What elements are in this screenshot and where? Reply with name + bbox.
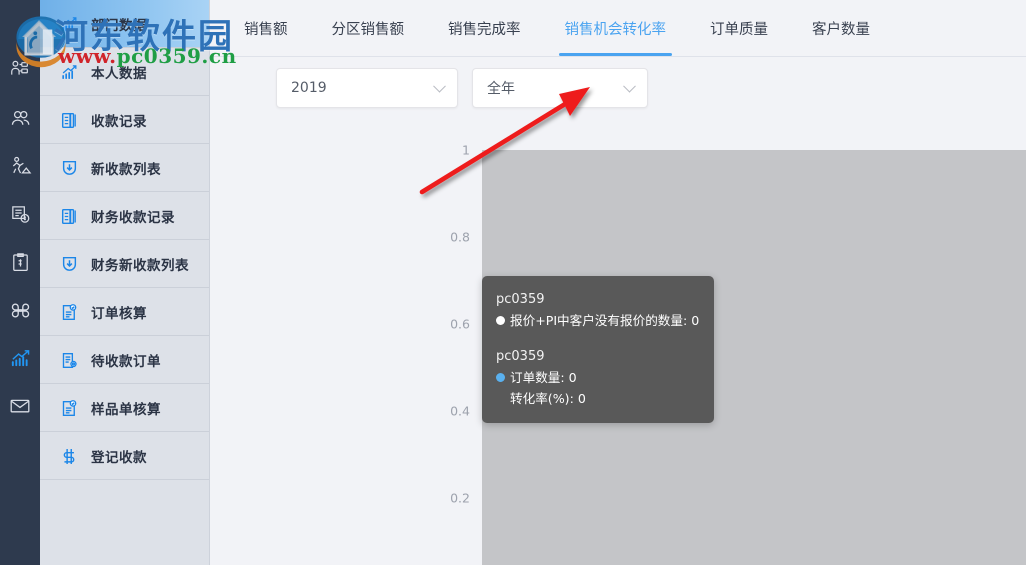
tab-region-sales-amount[interactable]: 分区销售额	[310, 0, 427, 56]
user-tasks-icon	[9, 59, 31, 81]
sidebar-item-sample-order-accounting[interactable]: 样品单核算	[40, 384, 209, 432]
tooltip-row: 订单数量: 0	[496, 367, 700, 388]
tooltip-row-label: 报价+PI中客户没有报价的数量	[510, 313, 683, 328]
doc-check-icon	[56, 303, 82, 322]
mail-icon	[8, 394, 32, 418]
rail-item-user-tasks[interactable]	[0, 46, 40, 94]
chevron-down-icon	[433, 79, 446, 93]
series-marker-dot	[496, 316, 505, 325]
rail-item-contacts[interactable]	[0, 94, 40, 142]
tooltip-series-name: pc0359	[496, 292, 545, 307]
bar-chart-growth-icon	[56, 63, 82, 82]
tab-sales-completion-rate[interactable]: 销售完成率	[426, 0, 543, 56]
sidebar-item-finance-new-payment-list[interactable]: 财务新收款列表	[40, 240, 209, 288]
tooltip-row: 转化率(%): 0	[496, 388, 700, 409]
rail-item-billing[interactable]	[0, 238, 40, 286]
rail-item-apps[interactable]	[0, 286, 40, 334]
tooltip-spacer	[496, 331, 700, 346]
y-tick: 0.6	[450, 316, 470, 332]
chart-y-axis: 1 0.8 0.6 0.4 0.2	[210, 143, 482, 565]
period-select[interactable]: 全年	[472, 68, 648, 108]
main-content: 销售额 分区销售额 销售完成率 销售机会转化率 订单质量 客户数量 2019 全…	[210, 0, 1026, 565]
sidebar-menu: 部门数据 本人数据 收款记录 新收款列表 财务收款记录 财务新收款列表 订单核算…	[40, 0, 210, 565]
download-arrow-icon	[56, 255, 82, 274]
sidebar-item-register-payment[interactable]: 登记收款	[40, 432, 209, 480]
y-tick: 0.2	[450, 490, 470, 506]
worker-icon	[9, 155, 32, 178]
filter-bar: 2019 全年	[210, 57, 1026, 119]
rail-item-mail[interactable]	[0, 382, 40, 430]
people-icon	[9, 107, 32, 130]
tooltip-row-text: 转化率(%): 0	[510, 391, 586, 406]
sidebar-item-pending-payment-orders[interactable]: 待收款订单	[40, 336, 209, 384]
sidebar-item-label: 待收款订单	[91, 354, 161, 370]
chevron-down-icon	[623, 79, 636, 93]
dollar-sign-icon	[56, 447, 82, 466]
year-select[interactable]: 2019	[276, 68, 458, 108]
book-ledger-icon	[56, 207, 82, 226]
bar-chart-growth-icon	[9, 347, 32, 370]
sidebar-item-payment-records[interactable]: 收款记录	[40, 96, 209, 144]
sidebar-item-new-payment-list[interactable]: 新收款列表	[40, 144, 209, 192]
sidebar-item-label: 订单核算	[91, 306, 147, 322]
rail-item-invoice[interactable]	[0, 190, 40, 238]
chart-tooltip: pc0359 报价+PI中客户没有报价的数量: 0 pc0359 订单数量: 0…	[482, 276, 714, 423]
sidebar-item-label: 本人数据	[91, 66, 147, 82]
sidebar-item-label: 部门数据	[91, 18, 147, 34]
tab-sales-amount[interactable]: 销售额	[222, 0, 310, 56]
tooltip-row-value: 0	[577, 391, 586, 406]
sidebar-item-label: 新收款列表	[91, 162, 161, 178]
tab-order-quality[interactable]: 订单质量	[688, 0, 790, 56]
bar-chart-growth-icon	[56, 15, 82, 34]
chart-container: 1 0.8 0.6 0.4 0.2 pc0359 报价+PI中客户没有报价的数量…	[210, 119, 1026, 565]
y-tick: 0.8	[450, 229, 470, 245]
year-select-value: 2019	[291, 80, 327, 96]
sidebar-item-finance-payment-records[interactable]: 财务收款记录	[40, 192, 209, 240]
sidebar-item-label: 财务收款记录	[91, 210, 175, 226]
app-root: 部门数据 本人数据 收款记录 新收款列表 财务收款记录 财务新收款列表 订单核算…	[0, 0, 1026, 565]
tab-sales-conversion-rate[interactable]: 销售机会转化率	[543, 0, 689, 56]
book-ledger-icon	[56, 111, 82, 130]
tooltip-row: 报价+PI中客户没有报价的数量: 0	[496, 310, 700, 331]
download-arrow-icon	[56, 159, 82, 178]
tooltip-series-name: pc0359	[496, 349, 545, 364]
period-select-value: 全年	[487, 81, 515, 97]
sidebar-item-label: 财务新收款列表	[91, 258, 189, 274]
tooltip-row-text: 报价+PI中客户没有报价的数量: 0	[510, 313, 700, 328]
clipboard-dollar-icon	[9, 251, 32, 274]
sidebar-item-label: 样品单核算	[91, 402, 161, 418]
sidebar-item-label: 登记收款	[91, 450, 147, 466]
icon-rail	[0, 0, 40, 565]
y-tick: 1	[462, 142, 470, 158]
sidebar-item-personal-data[interactable]: 本人数据	[40, 48, 209, 96]
tab-customer-count[interactable]: 客户数量	[790, 0, 892, 56]
tooltip-row-text: 订单数量: 0	[510, 370, 577, 385]
sidebar-item-label: 收款记录	[91, 114, 147, 130]
doc-check-icon	[56, 399, 82, 418]
rail-item-reports[interactable]	[0, 334, 40, 382]
sidebar-item-order-accounting[interactable]: 订单核算	[40, 288, 209, 336]
tooltip-row-value: 0	[568, 370, 577, 385]
rail-item-field-work[interactable]	[0, 142, 40, 190]
sidebar-item-department-data[interactable]: 部门数据	[40, 0, 209, 48]
tooltip-row-value: 0	[691, 313, 700, 328]
tab-bar: 销售额 分区销售额 销售完成率 销售机会转化率 订单质量 客户数量	[210, 0, 1026, 57]
invoice-dollar-icon	[9, 203, 32, 226]
series-marker-dot	[496, 373, 505, 382]
tooltip-row-label: 转化率(%)	[510, 391, 570, 406]
y-tick: 0.4	[450, 403, 470, 419]
tooltip-row-label: 订单数量	[510, 370, 561, 385]
apps-grid-icon	[9, 299, 32, 322]
clipboard-gear-icon	[56, 351, 82, 370]
